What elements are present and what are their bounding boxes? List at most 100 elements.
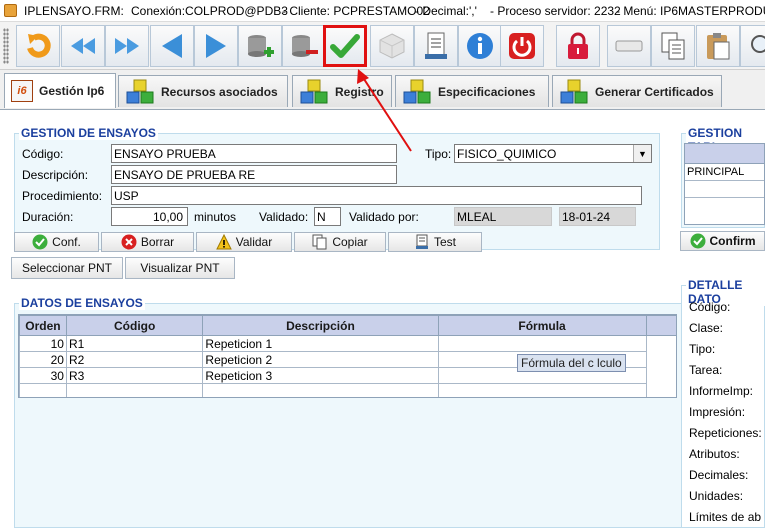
- database-add-icon: [248, 35, 274, 57]
- next-button[interactable]: [194, 25, 238, 67]
- cell-orden[interactable]: 20: [19, 351, 67, 368]
- procedimiento-field[interactable]: USP: [111, 186, 642, 205]
- cell-descripcion[interactable]: Repeticion 1: [202, 335, 439, 352]
- copiar-label: Copiar: [332, 235, 368, 249]
- tab-generar-certificados[interactable]: Generar Certificados: [552, 75, 722, 107]
- cube-icon: [379, 33, 405, 59]
- tab-label: Especificaciones: [438, 84, 536, 99]
- borrar-label: Borrar: [140, 235, 175, 249]
- visualizar-pnt-button[interactable]: Visualizar PNT: [125, 257, 235, 279]
- check-circle-icon: [690, 233, 705, 249]
- conf-label: Conf.: [52, 235, 81, 249]
- detalle-unidades-label: Unidades:: [689, 489, 744, 503]
- cubes-icon: [126, 79, 154, 103]
- descripcion-field[interactable]: ENSAYO DE PRUEBA RE: [111, 165, 397, 184]
- cubes-icon: [560, 79, 588, 103]
- confirm-label: Confirm: [709, 234, 756, 248]
- confirm-tarifas-button[interactable]: Confirm: [680, 231, 765, 251]
- cell-descripcion[interactable]: Repeticion 2: [202, 351, 439, 368]
- info-icon: [467, 33, 493, 59]
- borrar-button[interactable]: Borrar: [101, 232, 194, 252]
- detalle-repeticiones-label: Repeticiones:: [689, 426, 762, 440]
- cell-orden[interactable]: 30: [19, 367, 67, 384]
- tab-especificaciones[interactable]: Especificaciones: [395, 75, 549, 107]
- info-button[interactable]: [458, 25, 502, 67]
- conf-button[interactable]: Conf.: [14, 232, 99, 252]
- column-header-filler: [645, 315, 676, 336]
- copy-icon: [312, 234, 327, 250]
- rewind-button[interactable]: [61, 25, 105, 67]
- cube-button[interactable]: [370, 25, 414, 67]
- cell-codigo[interactable]: R2: [65, 351, 204, 368]
- validado-label: Validado:: [259, 210, 309, 224]
- cell-formula[interactable]: [437, 335, 647, 352]
- eraser-button[interactable]: [607, 25, 651, 67]
- column-header-codigo[interactable]: Código: [65, 315, 204, 336]
- detalle-decimales-label: Decimales:: [689, 468, 749, 482]
- table-row-empty[interactable]: [19, 383, 677, 397]
- cell-descripcion[interactable]: Repeticion 3: [202, 367, 439, 384]
- reload-button[interactable]: [16, 25, 60, 67]
- previous-button[interactable]: [150, 25, 194, 67]
- paste-icon: [707, 33, 730, 60]
- tarifas-table[interactable]: PRINCIPAL: [684, 143, 765, 225]
- minutos-label: minutos: [194, 210, 237, 224]
- tab-recursos-asociados[interactable]: Recursos asociados: [118, 75, 288, 107]
- validado-por-field: MLEAL: [454, 207, 552, 226]
- validado-field[interactable]: N: [314, 207, 341, 226]
- copy-button[interactable]: [651, 25, 695, 67]
- lock-button[interactable]: [556, 25, 600, 67]
- detalle-tipo-label: Tipo:: [689, 342, 716, 356]
- toolbar-grip[interactable]: [3, 28, 9, 64]
- cell-codigo[interactable]: R3: [65, 367, 204, 384]
- tab-label: Registro: [335, 84, 384, 99]
- search-button[interactable]: [740, 25, 765, 67]
- eraser-icon: [615, 40, 643, 52]
- seleccionar-pnt-button[interactable]: Seleccionar PNT: [11, 257, 123, 279]
- test-button[interactable]: Test: [388, 232, 482, 252]
- cubes-icon: [300, 79, 328, 103]
- validar-label: Validar: [235, 235, 273, 249]
- chevron-down-icon[interactable]: ▼: [633, 145, 651, 162]
- app-icon: [4, 4, 17, 17]
- detalle-informeimp-label: InformeImp:: [689, 384, 754, 398]
- title-bar: IPLENSAYO.FRM: Conexión:COLPROD@PDB3 - C…: [0, 0, 765, 22]
- table-row[interactable]: 10 R1 Repeticion 1: [19, 335, 677, 352]
- tipo-label: Tipo:: [425, 147, 452, 161]
- descripcion-label: Descripción:: [22, 168, 89, 182]
- process-info: - Proceso servidor: 2232: [490, 4, 621, 18]
- column-header-descripcion[interactable]: Descripción: [202, 315, 439, 336]
- validado-por-label: Validado por:: [349, 210, 419, 224]
- formula-tooltip: Fórmula del c lculo: [517, 354, 626, 372]
- tab-gestion-ip6[interactable]: i6 Gestión Ip6: [4, 73, 116, 108]
- fast-forward-button[interactable]: [105, 25, 149, 67]
- tab-label: Gestión Ip6: [39, 84, 105, 98]
- tipo-select[interactable]: FISICO_QUIMICO ▼: [454, 144, 652, 163]
- column-header-formula[interactable]: Fórmula: [437, 315, 647, 336]
- toolbar: [0, 22, 765, 70]
- search-icon: [751, 35, 765, 53]
- column-header-orden[interactable]: Orden: [19, 315, 67, 336]
- validar-button[interactable]: Validar: [196, 232, 292, 252]
- cell-codigo[interactable]: R1: [65, 335, 204, 352]
- print-icon: [415, 234, 428, 249]
- connection-info: Conexión:COLPROD@PDB3: [131, 4, 288, 18]
- cell-orden[interactable]: 10: [19, 335, 67, 352]
- tab-registro[interactable]: Registro: [292, 75, 392, 107]
- database-remove-button[interactable]: [282, 25, 326, 67]
- confirm-check-button[interactable]: [323, 25, 367, 67]
- detalle-clase-label: Clase:: [689, 321, 724, 335]
- tarifas-row-empty[interactable]: [685, 181, 764, 198]
- test-label: Test: [433, 235, 456, 249]
- power-button[interactable]: [500, 25, 544, 67]
- database-add-button[interactable]: [238, 25, 282, 67]
- paste-button[interactable]: [696, 25, 740, 67]
- datos-ensayos-title: DATOS DE ENSAYOS: [19, 296, 145, 310]
- duracion-field[interactable]: 10,00: [111, 207, 188, 226]
- tab-label: Generar Certificados: [595, 84, 714, 99]
- tarifas-row[interactable]: PRINCIPAL: [685, 164, 764, 181]
- codigo-field[interactable]: ENSAYO PRUEBA: [111, 144, 397, 163]
- print-button[interactable]: [414, 25, 458, 67]
- copiar-button[interactable]: Copiar: [294, 232, 386, 252]
- copy-icon: [661, 32, 685, 60]
